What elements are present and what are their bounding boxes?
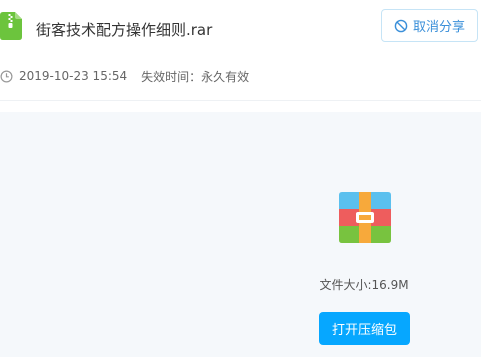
share-date: 2019-10-23 15:54 [19, 69, 128, 83]
header-divider [0, 100, 481, 101]
file-size: 文件大小:16.9M [319, 278, 409, 292]
cancel-share-button[interactable]: 取消分享 [381, 9, 478, 42]
archive-icon [339, 192, 391, 243]
zip-file-icon [0, 12, 22, 40]
open-archive-label: 打开压缩包 [331, 323, 397, 338]
expiry-text: 失效时间：永久有效 [141, 69, 250, 84]
cancel-share-label: 取消分享 [412, 20, 465, 35]
share-header: 街客技术配方操作细则.rar 取消分享 2019-10-23 15:54 失效时… [0, 0, 481, 100]
open-archive-button[interactable]: 打开压缩包 [319, 312, 410, 345]
clock-icon [0, 69, 13, 83]
share-meta: 2019-10-23 15:54 失效时间：永久有效 [0, 68, 249, 84]
prohibit-icon [394, 19, 408, 32]
file-name: 街客技术配方操作细则.rar [36, 21, 213, 39]
